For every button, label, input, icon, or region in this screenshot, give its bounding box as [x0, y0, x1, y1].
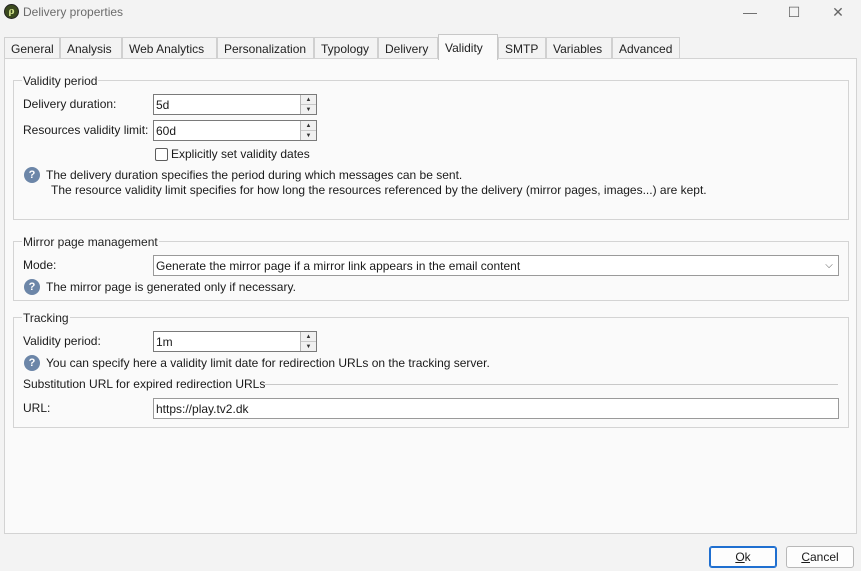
resources-validity-spinner[interactable]: ▲ ▼: [300, 121, 316, 140]
group-title: Mirror page management: [22, 235, 159, 249]
help-text-delivery-duration: The delivery duration specifies the peri…: [46, 168, 463, 182]
tab-label: Personalization: [224, 41, 307, 56]
cancel-button-label: Cancel: [801, 550, 839, 564]
tab-label: Advanced: [619, 41, 673, 56]
spin-down-icon[interactable]: ▼: [301, 131, 316, 140]
delivery-duration-label: Delivery duration:: [23, 97, 117, 111]
validity-period-group: Validity period Delivery duration: 5d ▲ …: [13, 74, 849, 220]
spin-up-icon[interactable]: ▲: [301, 121, 316, 131]
explicit-dates-label: Explicitly set validity dates: [171, 147, 310, 161]
app-logo-icon: ρ: [4, 4, 19, 19]
title-bar: ρ Delivery properties — ☐ ✕: [0, 0, 861, 24]
tracking-validity-label: Validity period:: [23, 334, 101, 348]
tab-label: Variables: [553, 41, 603, 56]
mode-label: Mode:: [23, 258, 57, 272]
chevron-down-icon[interactable]: ⌵: [820, 256, 838, 275]
tracking-validity-value: 1m: [156, 334, 173, 349]
spin-up-icon[interactable]: ▲: [301, 95, 316, 105]
explicit-dates-checkbox[interactable]: [155, 148, 168, 161]
delivery-duration-value: 5d: [156, 97, 170, 112]
tracking-group: Tracking Validity period: 1m ▲ ▼ ? You c…: [13, 311, 849, 428]
resources-validity-field[interactable]: 60d ▲ ▼: [153, 120, 317, 141]
url-value: https://play.tv2.dk: [156, 401, 249, 416]
group-title: Validity period: [22, 74, 99, 88]
help-icon: ?: [24, 167, 40, 183]
close-button[interactable]: ✕: [816, 0, 860, 24]
spin-down-icon[interactable]: ▼: [301, 342, 316, 351]
delivery-duration-field[interactable]: 5d ▲ ▼: [153, 94, 317, 115]
tab-web-analytics[interactable]: Web Analytics: [122, 37, 217, 59]
tab-panel-validity: Validity period Delivery duration: 5d ▲ …: [4, 58, 857, 534]
mirror-page-group: Mirror page management Mode: Generate th…: [13, 235, 849, 301]
spin-down-icon[interactable]: ▼: [301, 105, 316, 114]
group-title: Tracking: [22, 311, 70, 325]
help-text-mirror-page: The mirror page is generated only if nec…: [46, 280, 296, 294]
tab-label: SMTP: [505, 41, 539, 56]
tab-label: Web Analytics: [129, 41, 205, 56]
tab-label: General: [11, 41, 54, 56]
ok-button-label: Ok: [735, 550, 751, 564]
minimize-button[interactable]: —: [728, 0, 772, 24]
tab-delivery[interactable]: Delivery: [378, 37, 438, 59]
tab-label: Analysis: [67, 41, 112, 56]
help-icon: ?: [24, 279, 40, 295]
maximize-button[interactable]: ☐: [772, 0, 816, 24]
window-title: Delivery properties: [23, 5, 124, 19]
help-text-resource-validity: The resource validity limit specifies fo…: [51, 183, 707, 197]
tab-typology[interactable]: Typology: [314, 37, 378, 59]
url-field[interactable]: https://play.tv2.dk: [153, 398, 839, 419]
url-label: URL:: [23, 401, 51, 415]
substitution-url-heading: Substitution URL for expired redirection…: [23, 377, 266, 391]
mode-select[interactable]: Generate the mirror page if a mirror lin…: [153, 255, 839, 276]
tab-label: Validity: [445, 40, 483, 55]
spin-up-icon[interactable]: ▲: [301, 332, 316, 342]
tab-validity[interactable]: Validity: [438, 34, 498, 60]
tab-variables[interactable]: Variables: [546, 37, 612, 59]
tab-label: Typology: [321, 41, 370, 56]
delivery-duration-spinner[interactable]: ▲ ▼: [300, 95, 316, 114]
tab-smtp[interactable]: SMTP: [498, 37, 546, 59]
tracking-validity-spinner[interactable]: ▲ ▼: [300, 332, 316, 351]
tab-general[interactable]: General: [4, 37, 60, 59]
tab-label: Delivery: [385, 41, 429, 56]
tab-advanced[interactable]: Advanced: [612, 37, 680, 59]
help-icon: ?: [24, 355, 40, 371]
cancel-button[interactable]: Cancel: [786, 546, 854, 568]
help-text-tracking: You can specify here a validity limit da…: [46, 356, 490, 370]
resources-validity-value: 60d: [156, 123, 177, 138]
substitution-separator: [265, 384, 838, 385]
tab-analysis[interactable]: Analysis: [60, 37, 122, 59]
tracking-validity-field[interactable]: 1m ▲ ▼: [153, 331, 317, 352]
ok-button[interactable]: Ok: [709, 546, 777, 568]
mode-select-value: Generate the mirror page if a mirror lin…: [156, 258, 521, 273]
resources-validity-label: Resources validity limit:: [23, 123, 149, 137]
tab-personalization[interactable]: Personalization: [217, 37, 314, 59]
